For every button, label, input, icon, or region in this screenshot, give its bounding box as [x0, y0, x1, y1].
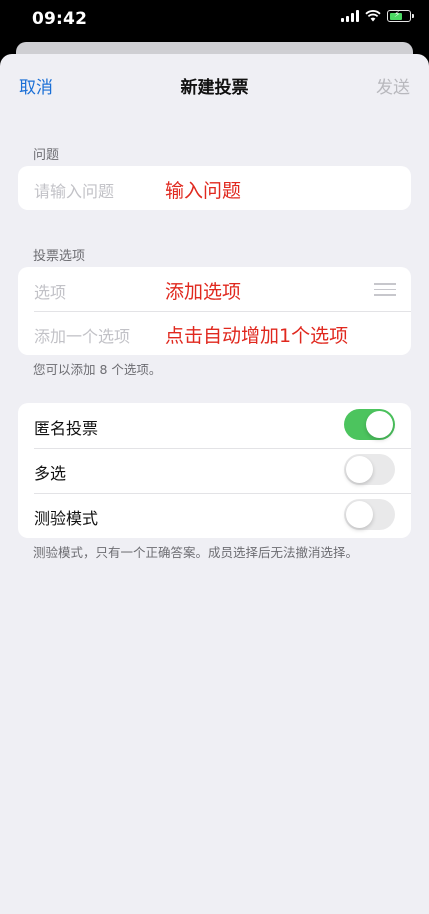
- send-button[interactable]: 发送: [376, 73, 410, 98]
- settings-footer: 测验模式，只有一个正确答案。成员选择后无法撤消选择。: [33, 545, 359, 560]
- settings-card: 匿名投票 多选 测验模式: [18, 403, 411, 538]
- multi-select-label: 多选: [34, 464, 67, 483]
- anonymous-label: 匿名投票: [34, 419, 99, 438]
- add-option-annotation: 点击自动增加1个选项: [165, 325, 349, 347]
- drag-handle-icon[interactable]: [374, 283, 396, 300]
- signal-icon: [341, 10, 359, 22]
- question-placeholder: 请输入问题: [34, 182, 115, 201]
- wifi-icon: [365, 10, 381, 22]
- new-poll-sheet: 取消 新建投票 发送 问题 请输入问题 输入问题 投票选项 选项 添加选项 添加…: [0, 54, 429, 914]
- options-card: 选项 添加选项 添加一个选项 点击自动增加1个选项: [18, 267, 411, 355]
- question-annotation: 输入问题: [165, 180, 242, 202]
- nav-bar: 取消 新建投票 发送: [0, 54, 429, 110]
- multi-select-toggle[interactable]: [344, 454, 395, 485]
- add-option-placeholder: 添加一个选项: [34, 327, 131, 346]
- quiz-mode-row: 测验模式: [18, 493, 411, 538]
- question-card: 请输入问题 输入问题: [18, 166, 411, 210]
- question-header: 问题: [33, 148, 60, 163]
- multi-select-row: 多选: [18, 448, 411, 493]
- option-annotation: 添加选项: [165, 281, 242, 303]
- status-time: 09:42: [32, 9, 88, 29]
- battery-charging-icon: ⚡: [387, 10, 414, 22]
- options-footer: 您可以添加 8 个选项。: [33, 362, 162, 377]
- quiz-mode-label: 测验模式: [34, 509, 99, 528]
- status-icons: ⚡: [341, 10, 414, 22]
- add-option-input[interactable]: 添加一个选项 点击自动增加1个选项: [18, 311, 411, 355]
- anonymous-row: 匿名投票: [18, 403, 411, 448]
- page-title: 新建投票: [180, 78, 249, 98]
- options-header: 投票选项: [33, 249, 86, 264]
- question-input[interactable]: 请输入问题 输入问题: [18, 166, 411, 210]
- status-bar: 09:42 ⚡: [0, 0, 429, 42]
- quiz-mode-toggle[interactable]: [344, 499, 395, 530]
- option-placeholder: 选项: [34, 283, 67, 302]
- option-input[interactable]: 选项 添加选项: [18, 267, 411, 311]
- anonymous-toggle[interactable]: [344, 409, 395, 440]
